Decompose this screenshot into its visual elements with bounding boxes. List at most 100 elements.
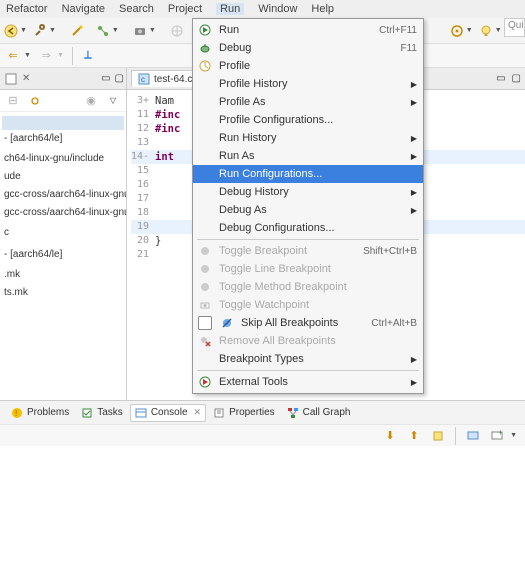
menu-run[interactable]: Run [216,3,244,15]
submenu-arrow-icon: ▶ [411,206,417,215]
editor-tab-label: test-64.c [154,74,192,85]
tree-item[interactable]: ude [2,168,124,186]
menu-item-debug[interactable]: DebugF11 [193,39,423,57]
arrow-down-icon[interactable]: ⬇ [381,427,399,445]
tab-label: Tasks [97,407,123,418]
dropdown-caret-icon[interactable]: ▼ [495,27,502,34]
menu-navigate[interactable]: Navigate [62,3,105,15]
dropdown-caret-icon[interactable]: ▼ [24,52,31,59]
dropdown-caret-icon[interactable]: ▼ [49,27,56,34]
menu-search[interactable]: Search [119,3,154,15]
c-file-icon: c [138,73,150,85]
menu-item-run-configurations[interactable]: Run Configurations... [193,165,423,183]
menu-item-label: Profile As [219,96,405,108]
maximize-icon[interactable]: ▢ [115,73,124,84]
menu-item-label: Skip All Breakpoints [241,317,365,329]
pipe-icon[interactable]: ⟂ [79,47,97,65]
problems-icon: ! [11,407,23,419]
view-menu-icon[interactable]: ▽ [104,92,122,110]
dropdown-caret-icon[interactable]: ▼ [466,27,473,34]
tree-item[interactable]: c [2,224,124,242]
run-menu-popup: RunCtrl+F11DebugF11ProfileProfile Histor… [192,18,424,394]
tree-item[interactable]: ch64-linux-gnu/include [2,150,124,168]
menu-project[interactable]: Project [168,3,202,15]
tab-problems[interactable]: !Problems [6,404,74,422]
close-tab-icon[interactable]: ✕ [22,73,30,84]
menu-item-label: Debug As [219,204,405,216]
menu-item-label: External Tools [219,376,405,388]
submenu-arrow-icon: ▶ [411,188,417,197]
menu-item-breakpoint-types[interactable]: Breakpoint Types▶ [193,350,423,368]
submenu-arrow-icon: ▶ [411,355,417,364]
menu-item-run[interactable]: RunCtrl+F11 [193,21,423,39]
arrow-up-icon[interactable]: ⬆ [405,427,423,445]
globe-icon[interactable] [170,22,184,40]
menu-item-profile-history[interactable]: Profile History▶ [193,75,423,93]
menu-item-label: Debug Configurations... [219,222,417,234]
dropdown-caret-icon[interactable]: ▼ [57,52,64,59]
close-icon[interactable]: ✕ [194,407,202,418]
tree-item[interactable]: .mk [2,266,124,284]
tree-item[interactable]: gcc-cross/aarch64-linux-gnu [2,186,124,204]
menu-item-run-as[interactable]: Run As▶ [193,147,423,165]
maximize-icon[interactable]: ▢ [512,73,521,84]
menu-item-label: Toggle Method Breakpoint [219,281,417,293]
lightbulb-icon[interactable] [479,22,493,40]
new-console-icon[interactable]: + [488,427,506,445]
menu-help[interactable]: Help [311,3,334,15]
tree-item[interactable]: - [aarch64/le] [2,130,124,148]
wand-icon[interactable] [70,22,84,40]
dropdown-caret-icon[interactable]: ▼ [149,27,156,34]
dropdown-caret-icon[interactable]: ▼ [510,432,517,439]
properties-icon [213,407,225,419]
menu-item-label: Toggle Line Breakpoint [219,263,417,275]
tree-item[interactable]: ts.mk [2,284,124,302]
tree-item[interactable] [2,116,124,130]
back-arrow-icon[interactable]: ⇐ [4,47,22,65]
tab-call-graph[interactable]: Call Graph [282,404,356,422]
minimize-icon[interactable]: ▭ [101,73,110,84]
display-icon[interactable] [464,427,482,445]
wrench-icon[interactable] [33,22,47,40]
collapse-all-icon[interactable]: ⊟ [4,92,22,110]
tree-item[interactable]: - [aarch64/le] [2,246,124,264]
menu-item-debug-as[interactable]: Debug As ▶ [193,201,423,219]
console-output[interactable] [0,446,525,568]
menu-refactor[interactable]: Refactor [6,3,48,15]
menu-item-run-history[interactable]: Run History▶ [193,129,423,147]
menu-item-label: Run As [219,150,405,162]
dropdown-caret-icon[interactable]: ▼ [112,27,119,34]
menu-item-profile[interactable]: Profile [193,57,423,75]
menu-item-profile-as[interactable]: Profile As▶ [193,93,423,111]
menu-item-skip-all-breakpoints[interactable]: Skip All BreakpointsCtrl+Alt+B [193,314,423,332]
dropdown-caret-icon[interactable]: ▼ [20,27,27,34]
menu-item-profile-configurations[interactable]: Profile Configurations... [193,111,423,129]
tab-console[interactable]: Console✕ [130,404,206,422]
pin-icon[interactable] [429,427,447,445]
link-editor-icon[interactable] [26,92,44,110]
menu-item-debug-configurations[interactable]: Debug Configurations... [193,219,423,237]
forward-arrow-icon[interactable]: ⇒ [37,47,55,65]
menu-window[interactable]: Window [258,3,297,15]
quick-access-input[interactable]: Qui [504,18,525,37]
tab-tasks[interactable]: Tasks [76,404,128,422]
editor-tab[interactable]: c test-64.c [131,70,199,87]
ext-icon [197,376,213,388]
tree-item[interactable]: gcc-cross/aarch64-linux-gnu [2,204,124,222]
view-tab-icon[interactable] [2,70,20,88]
camera-icon[interactable] [133,22,147,40]
project-tree[interactable]: - [aarch64/le]ch64-linux-gnu/includeudeg… [0,112,126,306]
connect-icon[interactable] [96,22,110,40]
target-icon[interactable] [450,22,464,40]
debug-icon [197,42,213,54]
minimize-icon[interactable]: ▭ [496,73,505,84]
tab-properties[interactable]: Properties [208,404,280,422]
submenu-arrow-icon: ▶ [411,378,417,387]
menu-item-external-tools[interactable]: External Tools ▶ [193,373,423,391]
focus-icon[interactable]: ◉ [82,92,100,110]
menu-bar[interactable]: Refactor Navigate Search Project Run Window He… [0,0,525,18]
nav-back-icon[interactable] [4,22,18,40]
menu-item-label: Toggle Breakpoint [219,245,357,257]
menu-item-debug-history[interactable]: Debug History▶ [193,183,423,201]
menu-item-label: Debug [219,42,395,54]
